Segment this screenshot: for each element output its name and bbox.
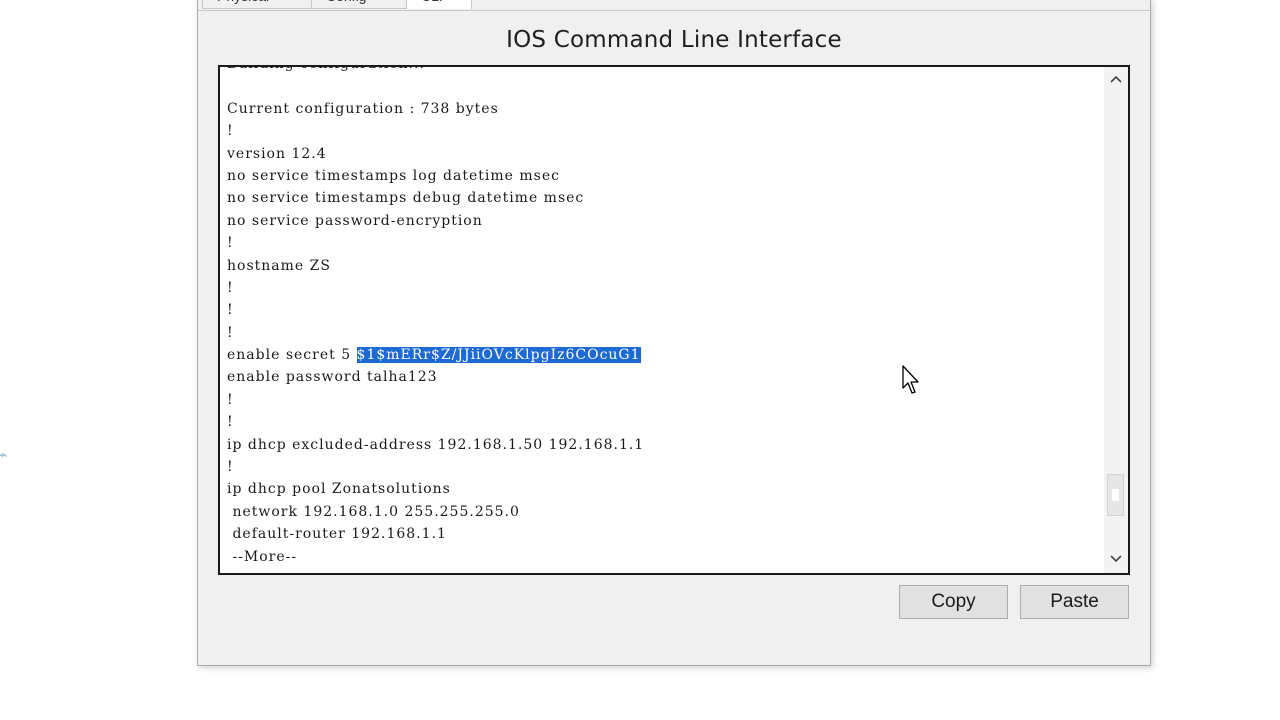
terminal-line: default-router 192.168.1.1 [227,523,1097,545]
terminal-line: ! [227,322,1097,344]
terminal-line-text: ! [227,235,234,252]
cli-terminal[interactable]: Building configuration... Current configu… [218,65,1130,575]
terminal-line-text: no service timestamps debug datetime mse… [227,190,585,207]
terminal-line-text: Current configuration : 738 bytes [227,100,499,117]
terminal-line: ip dhcp pool Zonatsolutions [227,478,1097,500]
screen: ⌁ Physical Config CLI IOS Command Line I… [0,0,1280,720]
partial-desktop-icon: ⌁ [0,447,8,464]
terminal-line: ip dhcp excluded-address 192.168.1.50 19… [227,434,1097,456]
tab-physical[interactable]: Physical [202,0,312,9]
terminal-line: hostname ZS [227,255,1097,277]
terminal-line-text: hostname ZS [227,257,331,274]
terminal-line-text: no service password-encryption [227,212,483,229]
scrollbar-thumb[interactable] [1107,473,1124,516]
terminal-line: no service password-encryption [227,210,1097,232]
paste-button[interactable]: Paste [1020,585,1129,619]
terminal-line: no service timestamps log datetime msec [227,165,1097,187]
terminal-line: version 12.4 [227,143,1097,165]
terminal-line-text: ! [227,324,234,341]
terminal-line: enable password talha123 [227,366,1097,388]
terminal-line: ! [227,411,1097,433]
terminal-line: ! [227,277,1097,299]
terminal-line-text: default-router 192.168.1.1 [227,526,447,543]
terminal-line-text: enable password talha123 [227,369,438,386]
terminal-line: Current configuration : 738 bytes [227,98,1097,120]
chevron-up-icon[interactable] [1104,69,1128,91]
tab-cli[interactable]: CLI [406,0,472,9]
terminal-line-text: ! [227,302,234,319]
terminal-line: Building configuration... [227,67,1097,75]
copy-button[interactable]: Copy [899,585,1008,619]
terminal-scrollbar[interactable] [1104,67,1128,573]
terminal-line-text: ! [227,279,234,296]
terminal-line: enable secret 5 $1$mERr$Z/JJiiOVcKlpgIz6… [227,344,1097,366]
terminal-line-text: network 192.168.1.0 255.255.255.0 [227,503,520,520]
terminal-line: --More-- [227,546,1097,568]
terminal-line: ! [227,389,1097,411]
terminal-line-text: --More-- [227,548,298,565]
terminal-line-text: version 12.4 [227,145,327,162]
tab-config[interactable]: Config [311,0,407,9]
terminal-line-text: enable secret 5 [227,347,357,364]
panel-title: IOS Command Line Interface [506,27,842,53]
terminal-line-text: ! [227,459,234,476]
terminal-output[interactable]: Building configuration... Current configu… [227,67,1097,568]
device-window: Physical Config CLI IOS Command Line Int… [197,0,1151,666]
terminal-line-text: ! [227,123,234,140]
terminal-line-text: no service timestamps log datetime msec [227,167,560,184]
selected-secret-hash[interactable]: $1$mERr$Z/JJiiOVcKlpgIz6COcuG1 [356,347,641,364]
terminal-line: ! [227,232,1097,254]
terminal-line: ! [227,456,1097,478]
terminal-line-text: ip dhcp excluded-address 192.168.1.50 19… [227,436,645,453]
mouse-pointer-icon [902,365,919,394]
terminal-line: network 192.168.1.0 255.255.255.0 [227,501,1097,523]
terminal-line-text: ! [227,414,234,431]
terminal-line: no service timestamps debug datetime mse… [227,187,1097,209]
terminal-line-text: ! [227,391,234,408]
tab-strip: Physical Config CLI [198,0,1150,11]
terminal-line-text: ip dhcp pool Zonatsolutions [227,481,451,498]
terminal-line: ! [227,299,1097,321]
chevron-down-icon[interactable] [1104,549,1128,571]
terminal-line-text: Building configuration... [227,67,425,72]
terminal-line: ! [227,120,1097,142]
